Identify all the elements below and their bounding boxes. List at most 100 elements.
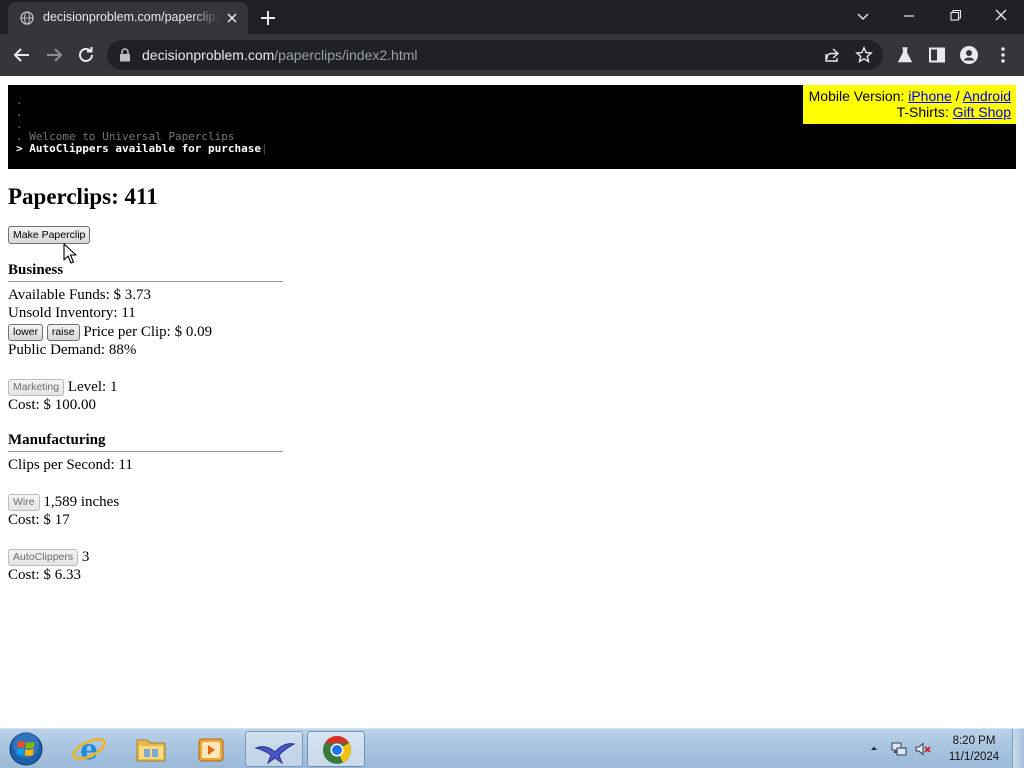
close-tab-icon[interactable] xyxy=(224,10,240,26)
tshirts-label: T-Shirts: xyxy=(896,104,949,120)
svg-text:e: e xyxy=(80,733,98,766)
new-tab-plus-icon[interactable] xyxy=(258,8,278,28)
wire-unit: inches xyxy=(80,493,120,510)
volume-muted-icon[interactable] xyxy=(914,740,932,758)
gift-shop-link[interactable]: Gift Shop xyxy=(953,104,1011,120)
mobile-version-line: Mobile Version: iPhone / Android xyxy=(809,88,1011,104)
price-label: Price per Clip: $ xyxy=(83,323,183,340)
url-text[interactable]: decisionproblem.com/paperclips/index2.ht… xyxy=(142,47,417,63)
side-panel-icon[interactable] xyxy=(926,44,948,66)
show-desktop-button[interactable] xyxy=(1012,729,1024,768)
bookmark-star-icon[interactable] xyxy=(855,46,873,64)
kebab-menu-icon[interactable] xyxy=(992,44,1014,66)
console-current-line: > AutoClippers available for purchase| xyxy=(16,143,1016,155)
clock-date: 11/1/2024 xyxy=(948,751,1000,763)
globe-icon xyxy=(20,11,34,25)
paperclips-count: 411 xyxy=(124,184,158,209)
wire-cost-label: Cost: $ xyxy=(8,512,51,529)
url-path: /paperclips/index2.html xyxy=(274,47,418,63)
forward-arrow-icon[interactable] xyxy=(43,44,65,66)
restore-icon[interactable] xyxy=(943,6,967,26)
windows-taskbar: e 8:20 PM 11/1/2024 xyxy=(0,728,1024,768)
business-section: Business Available Funds: $ 3.73 Unsold … xyxy=(8,262,283,414)
wire-cost-value: 17 xyxy=(54,512,70,529)
tshirts-line: T-Shirts: Gift Shop xyxy=(809,104,1011,120)
inventory-label: Unsold Inventory: xyxy=(8,305,118,322)
chrome-browser-icon xyxy=(323,736,351,764)
manufacturing-title: Manufacturing xyxy=(8,432,106,448)
price-row: lower raise Price per Clip: $ 0.09 xyxy=(8,323,283,341)
system-clock[interactable]: 8:20 PM 11/1/2024 xyxy=(940,733,1008,765)
marketing-level-label: Level: xyxy=(67,378,107,395)
make-paperclip-button[interactable]: Make Paperclip xyxy=(8,226,91,244)
marketing-row: Marketing Level: 1 xyxy=(8,378,283,396)
raise-price-button[interactable]: raise xyxy=(46,323,80,341)
marketing-cost-value: 100.00 xyxy=(54,396,96,413)
manufacturing-divider xyxy=(8,451,283,452)
lower-price-button[interactable]: lower xyxy=(8,323,44,341)
media-player-icon[interactable] xyxy=(182,731,240,767)
autoclippers-cost-label: Cost: $ xyxy=(8,567,51,584)
browser-tab-strip: decisionproblem.com/paperclips/index2.ht… xyxy=(0,0,1024,34)
available-funds-row: Available Funds: $ 3.73 xyxy=(8,286,283,304)
tab-search-chevron-icon[interactable] xyxy=(851,6,875,26)
public-demand-row: Public Demand: 88% xyxy=(8,341,283,359)
funds-value: 3.73 xyxy=(124,287,152,303)
unsold-inventory-row: Unsold Inventory: 11 xyxy=(8,304,283,322)
taskbar-app-bird[interactable] xyxy=(245,731,303,767)
paperclips-label: Paperclips: xyxy=(8,184,119,209)
network-icon[interactable] xyxy=(890,740,908,758)
demand-label: Public Demand: xyxy=(8,341,106,358)
marketing-button[interactable]: Marketing xyxy=(8,378,65,396)
share-icon[interactable] xyxy=(823,46,841,64)
cps-label: Clips per Second: xyxy=(8,457,115,473)
profile-avatar-icon[interactable] xyxy=(958,44,980,66)
tab-title: decisionproblem.com/paperclips/index2.ht… xyxy=(43,10,219,24)
promo-box: Mobile Version: iPhone / Android T-Shirt… xyxy=(802,85,1016,124)
browser-tab[interactable]: decisionproblem.com/paperclips/index2.ht… xyxy=(8,2,248,34)
mouse-pointer-icon xyxy=(63,243,77,264)
cps-value: 11 xyxy=(118,457,133,473)
clips-per-second-row: Clips per Second: 11 xyxy=(8,456,283,474)
taskbar-app-chrome[interactable] xyxy=(307,731,365,767)
buy-autoclippers-button[interactable]: AutoClippers xyxy=(8,548,79,566)
iphone-link[interactable]: iPhone xyxy=(908,88,952,104)
browser-toolbar: decisionproblem.com/paperclips/index2.ht… xyxy=(0,34,1024,76)
business-title: Business xyxy=(8,262,64,278)
file-explorer-folder-icon[interactable] xyxy=(122,731,180,767)
android-link[interactable]: Android xyxy=(963,88,1011,104)
marketing-cost-row: Cost: $ 100.00 xyxy=(8,396,283,414)
link-separator: / xyxy=(955,88,960,104)
marketing-cost-label: Cost: $ xyxy=(8,396,51,413)
clock-time: 8:20 PM xyxy=(952,735,996,747)
wire-cost-row: Cost: $ 17 xyxy=(8,511,283,529)
reload-icon[interactable] xyxy=(75,44,97,66)
close-window-icon[interactable] xyxy=(989,6,1013,26)
wire-amount: 1,589 xyxy=(43,493,78,510)
minimize-icon[interactable] xyxy=(897,6,921,26)
business-divider xyxy=(8,281,283,282)
paperclips-count-heading: Paperclips: 411 xyxy=(8,184,158,210)
autoclippers-cost-row: Cost: $ 6.33 xyxy=(8,566,283,584)
mobile-version-label: Mobile Version: xyxy=(808,88,905,104)
demand-value: 88% xyxy=(108,341,137,358)
lock-icon[interactable] xyxy=(119,48,131,62)
price-value: 0.09 xyxy=(185,323,213,340)
buy-wire-button[interactable]: Wire xyxy=(8,493,40,511)
manufacturing-section: Manufacturing Clips per Second: 11 Wire … xyxy=(8,432,283,584)
address-bar[interactable]: decisionproblem.com/paperclips/index2.ht… xyxy=(107,40,883,70)
extensions-flask-icon[interactable] xyxy=(894,44,916,66)
funds-label: Available Funds: $ xyxy=(8,287,122,303)
autoclippers-row: AutoClippers 3 xyxy=(8,548,283,566)
inventory-value: 11 xyxy=(121,305,136,322)
wire-row: Wire 1,589 inches xyxy=(8,493,283,511)
marketing-level-value: 1 xyxy=(109,378,118,395)
windows-start-orb-icon[interactable] xyxy=(6,731,46,767)
back-arrow-icon[interactable] xyxy=(11,44,33,66)
show-hidden-icons-arrow-icon[interactable] xyxy=(869,743,879,753)
console-cursor: | xyxy=(261,142,268,155)
internet-explorer-icon[interactable]: e xyxy=(60,731,118,767)
